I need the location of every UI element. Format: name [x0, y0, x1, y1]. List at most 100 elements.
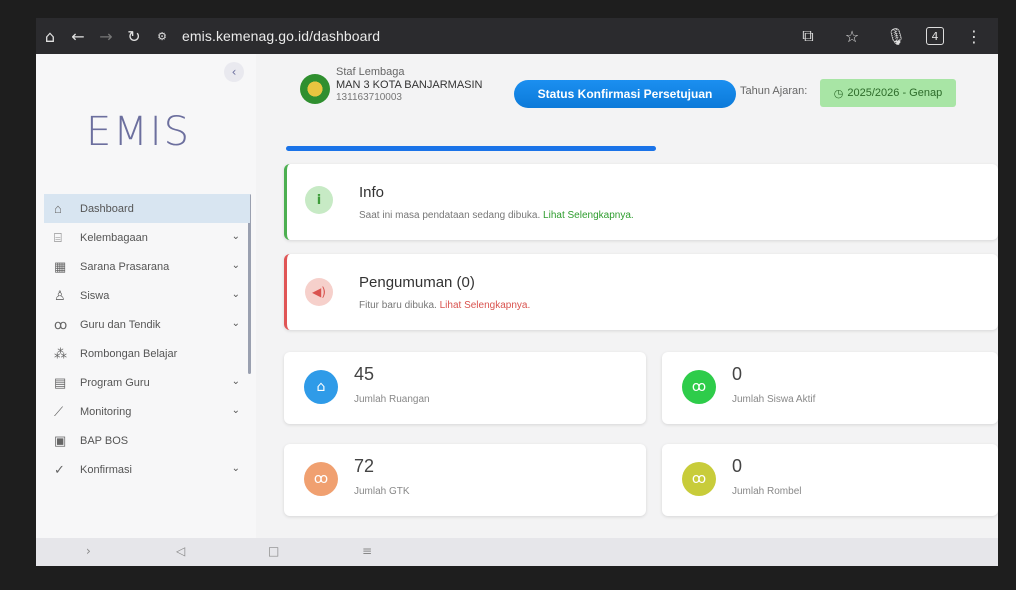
nav-forward-icon[interactable]: › — [86, 544, 91, 558]
tahun-ajaran-value: 2025/2026 - Genap — [847, 87, 943, 99]
megaphone-icon: ◀) — [305, 278, 333, 306]
sidebar-item-label: Sarana Prasarana — [80, 260, 170, 273]
forward-icon[interactable]: → — [92, 22, 120, 50]
chevron-down-icon[interactable]: ⌄ — [232, 289, 240, 300]
back-icon[interactable]: ← — [64, 22, 92, 50]
clock-icon: ◷ — [833, 87, 844, 100]
program-icon: ▤ — [54, 374, 67, 390]
stat-card-siswa-aktif[interactable]: ꝏ 0 Jumlah Siswa Aktif — [662, 352, 998, 424]
nav-home-icon[interactable]: □ — [268, 544, 279, 558]
address-bar[interactable]: emis.kemenag.go.id/dashboard — [182, 28, 380, 44]
tabs-count[interactable]: 4 — [926, 27, 944, 45]
stat-card-ruangan[interactable]: ⌂ 45 Jumlah Ruangan — [284, 352, 646, 424]
sidebar-nav: ⌂ Dashboard ⌸ Kelembagaan ⌄ ▦ Sarana Prasarana… — [44, 194, 250, 484]
institution-logo — [300, 74, 330, 104]
sidebar-item-monitoring[interactable]: ⟋ Monitoring ⌄ — [44, 397, 250, 426]
stat-value: 45 — [354, 364, 375, 384]
screen: ⌂ ← → ↻ ⚙ emis.kemenag.go.id/dashboard ⧉… — [36, 18, 998, 566]
chevron-down-icon[interactable]: ⌄ — [232, 260, 240, 271]
info-description: Saat ini masa pendataan sedang dibuka. L… — [359, 210, 634, 221]
users-icon: ꝏ — [682, 370, 716, 404]
stat-label: Jumlah Siswa Aktif — [732, 394, 816, 405]
sidebar-item-bap-bos[interactable]: ▣ BAP BOS — [44, 426, 250, 455]
sidebar-item-rombongan-belajar[interactable]: ⁂ Rombongan Belajar — [44, 339, 250, 368]
sidebar-item-dashboard[interactable]: ⌂ Dashboard — [44, 194, 250, 223]
bookmark-star-icon[interactable]: ☆ — [838, 22, 866, 50]
loading-bar — [286, 146, 656, 151]
system-nav-bar: › ◁ □ ≡ — [36, 538, 998, 566]
sidebar-item-label: Guru dan Tendik — [80, 318, 161, 331]
reload-icon[interactable]: ↻ — [120, 22, 148, 50]
chevron-down-icon[interactable]: ⌄ — [232, 405, 240, 416]
users-icon: ꝏ — [304, 462, 338, 496]
sidebar-item-guru-dan-tendik[interactable]: ꝏ Guru dan Tendik ⌄ — [44, 310, 250, 339]
menu-icon[interactable]: ⋮ — [960, 22, 988, 50]
browser-actions: ⧉ ☆ 🎙 4 ⋮ — [794, 22, 988, 50]
staff-role: Staf Lembaga — [336, 66, 405, 78]
tahun-ajaran-badge[interactable]: ◷ 2025/2026 - Genap — [820, 79, 956, 107]
chart-icon: ⟋ — [54, 403, 64, 419]
stat-card-gtk[interactable]: ꝏ 72 Jumlah GTK — [284, 444, 646, 516]
sidebar-item-label: Dashboard — [80, 202, 134, 215]
document-icon: ▣ — [54, 432, 67, 448]
chevron-down-icon[interactable]: ⌄ — [232, 231, 240, 242]
cast-icon[interactable]: ⧉ — [794, 22, 822, 50]
building-icon: ▦ — [54, 258, 67, 274]
device-frame: ⌂ ← → ↻ ⚙ emis.kemenag.go.id/dashboard ⧉… — [0, 0, 1016, 590]
room-icon: ⌂ — [304, 370, 338, 404]
sidebar-item-sarana-prasarana[interactable]: ▦ Sarana Prasarana ⌄ — [44, 252, 250, 281]
chevron-down-icon[interactable]: ⌄ — [232, 318, 240, 329]
site-settings-icon[interactable]: ⚙ — [148, 22, 176, 50]
browser-toolbar: ⌂ ← → ↻ ⚙ emis.kemenag.go.id/dashboard ⧉… — [36, 18, 998, 54]
info-card: i Info Saat ini masa pendataan sedang di… — [284, 164, 998, 240]
sidebar-item-konfirmasi[interactable]: ✓ Konfirmasi ⌄ — [44, 455, 250, 484]
info-more-link[interactable]: Lihat Selengkapnya. — [543, 210, 634, 221]
sidebar-item-kelembagaan[interactable]: ⌸ Kelembagaan ⌄ — [44, 223, 250, 252]
school-name: MAN 3 KOTA BANJARMASIN — [336, 79, 483, 91]
institution-icon: ⌸ — [54, 229, 62, 245]
emis-logo: EMIS — [86, 109, 191, 155]
sidebar-item-label: BAP BOS — [80, 434, 129, 447]
users-icon: ꝏ — [54, 316, 68, 332]
announcement-title: Pengumuman (0) — [359, 274, 475, 291]
sidebar: ‹ EMIS ⌂ Dashboard ⌸ Kelembagaan ⌄ ▦ Sarana Pr… — [36, 54, 256, 538]
announcement-text: Fitur baru dibuka. — [359, 300, 437, 311]
header: Staf Lembaga MAN 3 KOTA BANJARMASIN 1311… — [282, 54, 998, 151]
stat-value: 0 — [732, 456, 743, 476]
info-icon: i — [305, 186, 333, 214]
mic-icon[interactable]: 🎙 — [882, 22, 910, 50]
stat-label: Jumlah Ruangan — [354, 394, 430, 405]
check-icon: ✓ — [54, 461, 65, 477]
stat-label: Jumlah GTK — [354, 486, 410, 497]
staff-info: Staf Lembaga MAN 3 KOTA BANJARMASIN 1311… — [336, 66, 483, 103]
user-icon: ♙ — [54, 287, 66, 303]
sidebar-item-program-guru[interactable]: ▤ Program Guru ⌄ — [44, 368, 250, 397]
tahun-ajaran-label: Tahun Ajaran: — [740, 85, 808, 97]
nav-recents-icon[interactable]: ≡ — [362, 544, 372, 558]
school-id: 131163710003 — [336, 92, 402, 103]
users-icon: ꝏ — [682, 462, 716, 496]
announcement-card: ◀) Pengumuman (0) Fitur baru dibuka. Lih… — [284, 254, 998, 330]
nav-back-icon[interactable]: ◁ — [176, 544, 185, 558]
sidebar-item-label: Konfirmasi — [80, 463, 132, 476]
home-icon[interactable]: ⌂ — [36, 22, 64, 50]
announcement-description: Fitur baru dibuka. Lihat Selengkapnya. — [359, 300, 530, 311]
chevron-down-icon[interactable]: ⌄ — [232, 463, 240, 474]
info-title: Info — [359, 184, 385, 201]
sidebar-item-label: Siswa — [80, 289, 110, 302]
sidebar-item-label: Program Guru — [80, 376, 150, 389]
sidebar-item-label: Kelembagaan — [80, 231, 148, 244]
sidebar-item-label: Rombongan Belajar — [80, 347, 178, 360]
announcement-more-link[interactable]: Lihat Selengkapnya. — [440, 300, 531, 311]
group-icon: ⁂ — [54, 345, 67, 361]
status-confirmation-button[interactable]: Status Konfirmasi Persetujuan — [514, 80, 736, 108]
sidebar-item-label: Monitoring — [80, 405, 132, 418]
collapse-sidebar-button[interactable]: ‹ — [224, 62, 244, 82]
chevron-down-icon[interactable]: ⌄ — [232, 376, 240, 387]
sidebar-item-siswa[interactable]: ♙ Siswa ⌄ — [44, 281, 250, 310]
stat-card-rombel[interactable]: ꝏ 0 Jumlah Rombel — [662, 444, 998, 516]
stat-value: 72 — [354, 456, 375, 476]
stat-label: Jumlah Rombel — [732, 486, 802, 497]
home-icon: ⌂ — [54, 201, 62, 216]
stat-value: 0 — [732, 364, 743, 384]
